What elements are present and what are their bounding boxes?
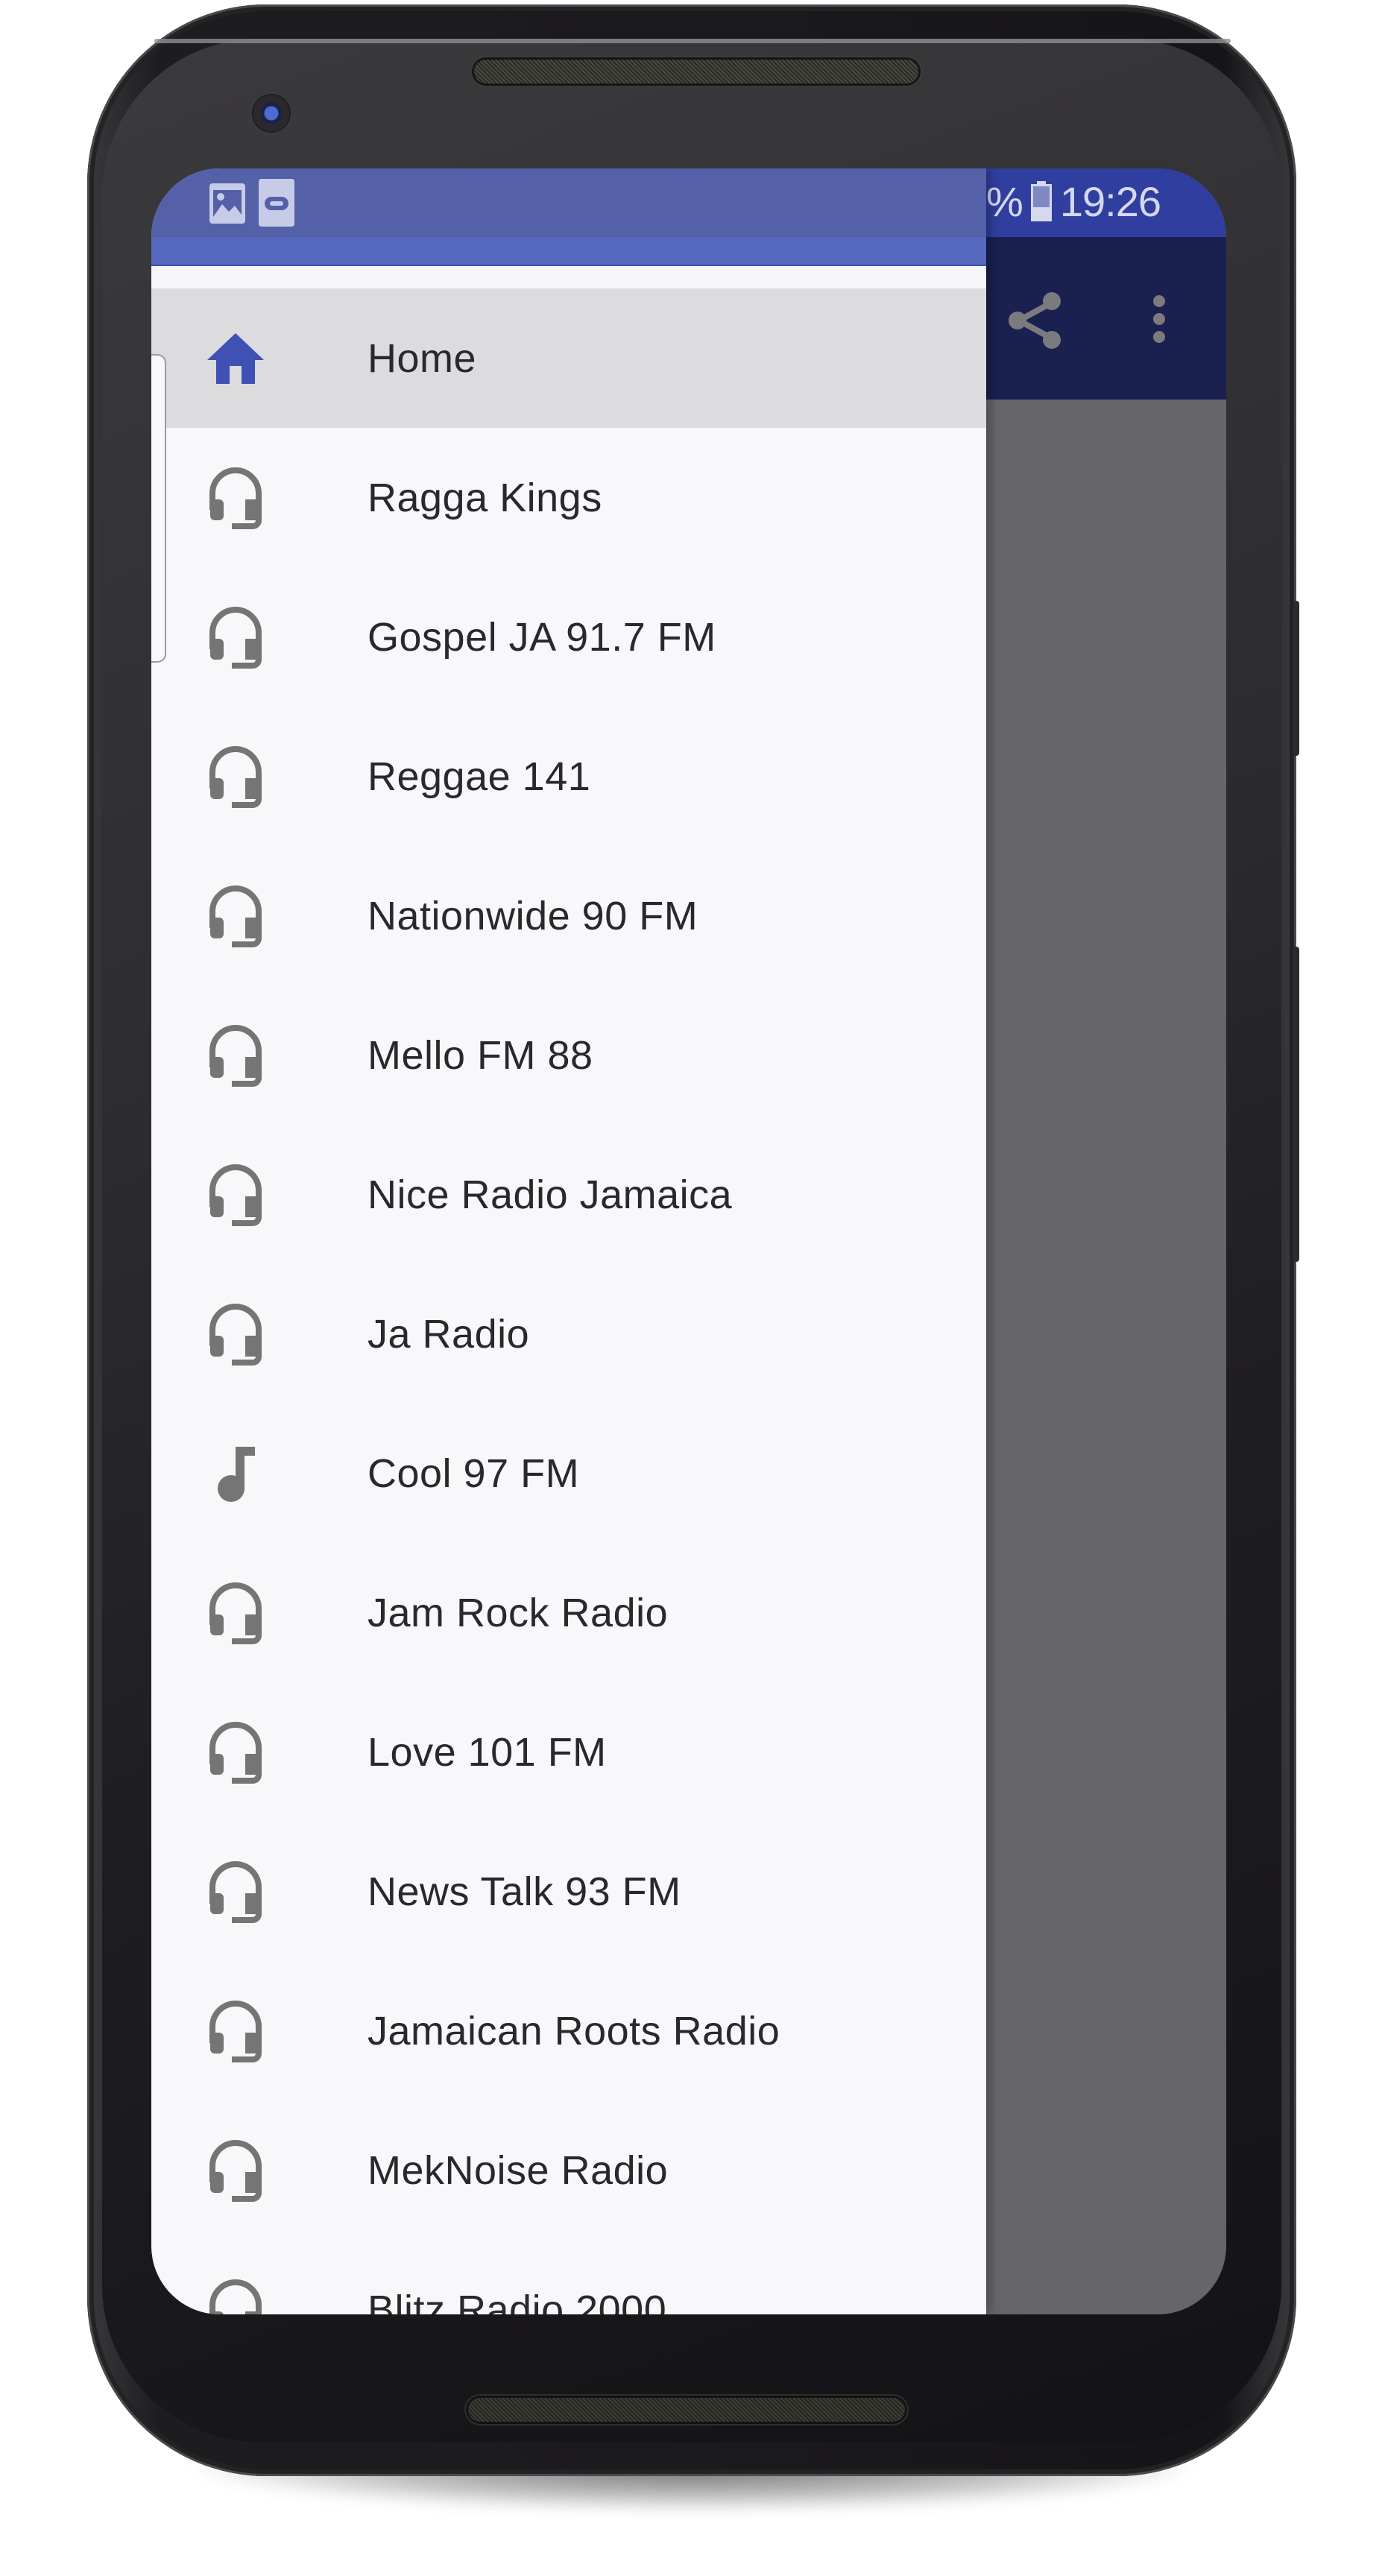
home-icon	[204, 326, 268, 391]
bottom-speaker	[468, 2398, 905, 2422]
drawer-header-spacer	[151, 266, 986, 288]
headset-icon	[204, 2278, 268, 2314]
earpiece-speaker	[474, 60, 918, 83]
drawer-item-label: Ragga Kings	[367, 475, 602, 520]
drawer-item-label: Ja Radio	[367, 1311, 530, 1357]
drawer-item-jam-rock-radio[interactable]: Jam Rock Radio	[151, 1543, 986, 1682]
more-options-button[interactable]	[1123, 283, 1195, 355]
drawer-menu-list: Home Ragga Kings Gospel JA 91.7 FM Regga…	[151, 288, 986, 2314]
clock: 19:26	[1059, 178, 1161, 225]
drawer-item-label: Love 101 FM	[367, 1729, 607, 1775]
drawer-item-label: MekNoise Radio	[367, 2147, 669, 2193]
drawer-item-label: Home	[367, 335, 477, 381]
headset-icon	[204, 1023, 268, 1087]
headset-icon	[204, 1302, 268, 1366]
power-button	[1293, 601, 1299, 756]
navigation-drawer: Home Ragga Kings Gospel JA 91.7 FM Regga…	[151, 168, 986, 2314]
drawer-item-gospel-ja-91-7-fm[interactable]: Gospel JA 91.7 FM	[151, 567, 986, 707]
drawer-item-label: Blitz Radio 2000	[367, 2287, 667, 2315]
drawer-edge-handle[interactable]	[151, 354, 166, 663]
drawer-item-label: Nice Radio Jamaica	[367, 1172, 733, 1217]
drawer-item-ragga-kings[interactable]: Ragga Kings	[151, 428, 986, 567]
share-icon	[1009, 292, 1061, 349]
headset-icon	[204, 605, 268, 669]
drawer-item-love-101-fm[interactable]: Love 101 FM	[151, 1682, 986, 1822]
drawer-item-jamaican-roots-radio[interactable]: Jamaican Roots Radio	[151, 1961, 986, 2100]
headset-icon	[204, 1163, 268, 1227]
drawer-item-mello-fm-88[interactable]: Mello FM 88	[151, 985, 986, 1125]
image-icon	[209, 183, 245, 224]
drawer-item-blitz-radio-2000[interactable]: Blitz Radio 2000	[151, 2240, 986, 2314]
drawer-item-label: News Talk 93 FM	[367, 1869, 681, 1914]
drawer-item-label: Cool 97 FM	[367, 1450, 580, 1496]
drawer-item-news-talk-93-fm[interactable]: News Talk 93 FM	[151, 1822, 986, 1961]
notification-icons	[209, 179, 294, 227]
share-button[interactable]	[1000, 283, 1071, 355]
drawer-item-nice-radio-jamaica[interactable]: Nice Radio Jamaica	[151, 1125, 986, 1264]
phone-top-rim	[154, 39, 1231, 43]
drawer-header	[151, 237, 986, 266]
drawer-status-bar	[151, 168, 986, 237]
headset-icon	[204, 2138, 268, 2203]
vr-headset-icon	[259, 179, 294, 227]
drawer-item-label: Mello FM 88	[367, 1032, 593, 1078]
volume-button	[1293, 947, 1299, 1262]
music-note-icon	[204, 1442, 268, 1506]
drawer-item-nationwide-90-fm[interactable]: Nationwide 90 FM	[151, 846, 986, 985]
headset-icon	[204, 1581, 268, 1645]
headset-icon	[204, 745, 268, 809]
drawer-item-reggae-141[interactable]: Reggae 141	[151, 707, 986, 846]
battery-icon	[1030, 180, 1053, 223]
drawer-item-label: Gospel JA 91.7 FM	[367, 614, 716, 660]
headset-icon	[204, 884, 268, 948]
headset-icon	[204, 1860, 268, 1924]
headset-icon	[204, 1720, 268, 1784]
drawer-item-label: Jam Rock Radio	[367, 1590, 669, 1635]
headset-icon	[204, 1999, 268, 2063]
drawer-item-cool-97-fm[interactable]: Cool 97 FM	[151, 1404, 986, 1543]
drawer-item-label: Nationwide 90 FM	[367, 893, 698, 938]
phone-screen: 36% 19:26	[151, 168, 1226, 2314]
drawer-item-meknoise-radio[interactable]: MekNoise Radio	[151, 2100, 986, 2240]
drawer-item-label: Reggae 141	[367, 754, 591, 799]
drawer-item-home[interactable]: Home	[151, 288, 986, 428]
front-camera	[252, 94, 291, 133]
drawer-item-ja-radio[interactable]: Ja Radio	[151, 1264, 986, 1404]
more-vert-icon	[1153, 295, 1165, 343]
headset-icon	[204, 466, 268, 530]
drawer-item-label: Jamaican Roots Radio	[367, 2008, 780, 2053]
